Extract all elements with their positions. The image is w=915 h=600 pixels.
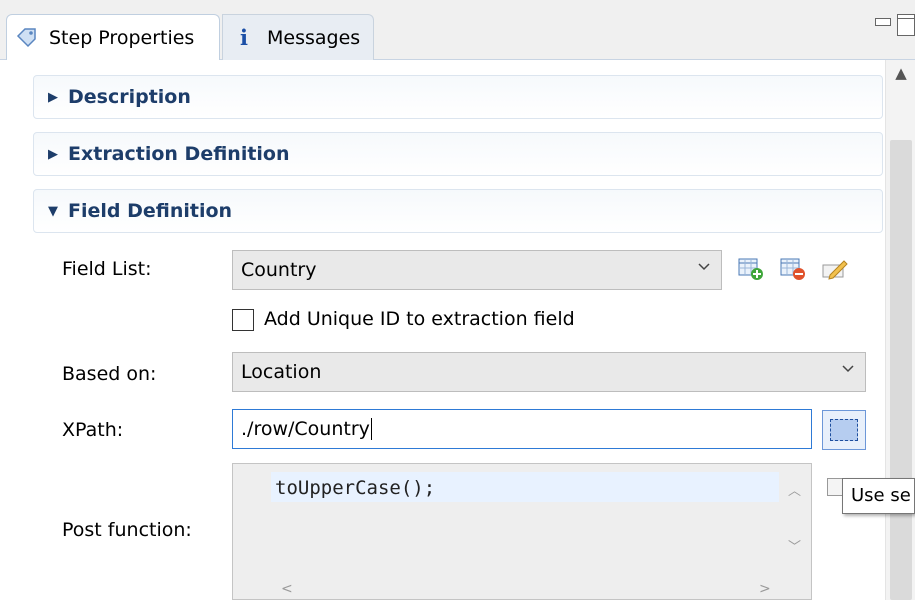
tab-messages[interactable]: i Messages	[222, 14, 374, 60]
chevron-down-icon: ▼	[48, 203, 58, 219]
scrollbar-thumb[interactable]	[890, 140, 912, 600]
text-caret	[370, 418, 372, 440]
scroll-right-icon[interactable]: >	[759, 581, 771, 597]
xpath-label: XPath:	[62, 419, 124, 441]
xpath-value: ./row/Country	[241, 418, 370, 440]
post-function-editor[interactable]: toUpperCase(); ︿ ﹀ < >	[232, 463, 812, 600]
view-controls	[873, 14, 915, 42]
chevron-right-icon: ▶	[48, 146, 58, 162]
scroll-up-icon[interactable]: ︿	[788, 480, 801, 499]
section-field-definition[interactable]: ▼ Field Definition	[33, 189, 883, 233]
editor-vertical-scrollbar[interactable]: ︿ ﹀	[777, 464, 811, 576]
scroll-up-icon[interactable]: ▲	[886, 64, 915, 86]
tooltip-text: Use se	[851, 485, 911, 506]
post-function-code: toUpperCase();	[275, 477, 436, 499]
snippet-icon[interactable]	[827, 478, 843, 496]
scroll-left-icon[interactable]: <	[281, 581, 293, 597]
based-on-value: Location	[241, 361, 322, 383]
element-selector-icon	[830, 419, 858, 441]
chevron-right-icon: ▶	[48, 89, 58, 105]
tab-step-properties-label: Step Properties	[49, 26, 195, 49]
editor-horizontal-scrollbar[interactable]: < >	[233, 575, 779, 599]
unique-id-checkbox[interactable]	[232, 309, 254, 331]
based-on-dropdown[interactable]: Location	[232, 352, 866, 392]
maximize-icon[interactable]	[897, 14, 915, 36]
rename-field-icon[interactable]	[822, 257, 848, 281]
info-icon: i	[240, 25, 248, 50]
tag-icon	[16, 27, 36, 47]
section-description[interactable]: ▶ Description	[33, 75, 883, 119]
field-list-value: Country	[241, 259, 317, 281]
tooltip: Use se	[842, 478, 915, 514]
tab-step-properties[interactable]: Step Properties	[6, 14, 220, 60]
section-extraction-definition-label: Extraction Definition	[68, 143, 290, 165]
unique-id-label: Add Unique ID to extraction field	[264, 308, 575, 330]
tab-messages-label: Messages	[267, 26, 361, 49]
add-field-icon[interactable]	[738, 257, 764, 281]
xpath-input[interactable]: ./row/Country	[232, 409, 812, 449]
section-extraction-definition[interactable]: ▶ Extraction Definition	[33, 132, 883, 176]
remove-field-icon[interactable]	[780, 257, 806, 281]
chevron-down-icon	[842, 365, 854, 373]
element-selector-button[interactable]	[822, 410, 866, 450]
chevron-down-icon	[698, 263, 710, 271]
scroll-down-icon[interactable]: ﹀	[788, 536, 801, 555]
tab-bar: Step Properties i Messages	[0, 0, 915, 60]
post-function-label: Post function:	[62, 519, 192, 541]
section-description-label: Description	[68, 86, 191, 108]
field-list-label: Field List:	[62, 258, 152, 280]
minimize-icon[interactable]	[873, 14, 891, 32]
panel-scrollbar[interactable]: ▲	[885, 60, 915, 600]
field-list-dropdown[interactable]: Country	[232, 250, 722, 290]
based-on-label: Based on:	[62, 363, 157, 385]
section-field-definition-label: Field Definition	[68, 200, 233, 222]
